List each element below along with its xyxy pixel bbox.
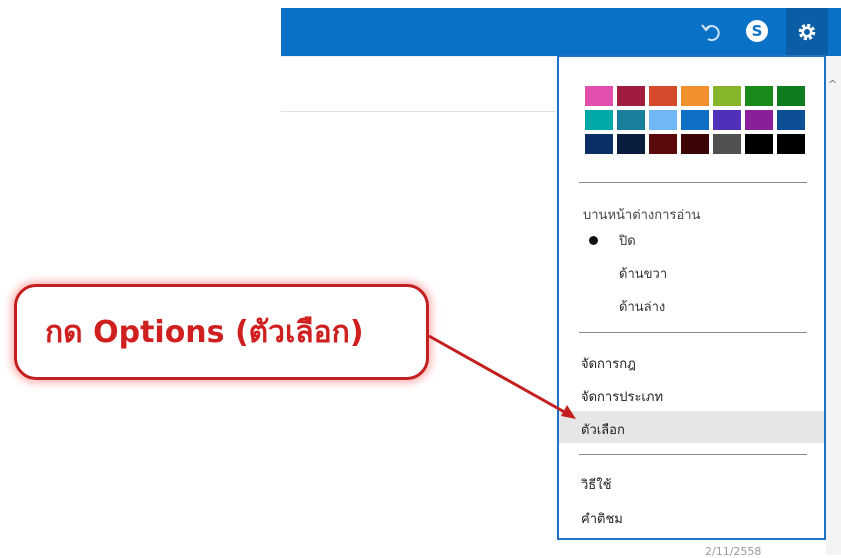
divider bbox=[281, 56, 556, 57]
theme-swatch[interactable] bbox=[649, 86, 677, 106]
menu-item-label: วิธีใช้ bbox=[581, 478, 612, 493]
theme-swatch[interactable] bbox=[649, 134, 677, 154]
divider bbox=[579, 182, 807, 183]
theme-swatch[interactable] bbox=[585, 110, 613, 130]
menu-item-options[interactable]: ตัวเลือก bbox=[559, 411, 824, 443]
menu-item-feedback[interactable]: คำติชม bbox=[559, 500, 824, 532]
menu-item-manage-categories[interactable]: จัดการประเภท bbox=[559, 378, 824, 410]
theme-swatch[interactable] bbox=[681, 134, 709, 154]
theme-swatch[interactable] bbox=[777, 86, 805, 106]
theme-swatch[interactable] bbox=[745, 134, 773, 154]
theme-swatch[interactable] bbox=[585, 134, 613, 154]
skype-icon[interactable]: S bbox=[746, 20, 768, 42]
callout-text: กด Options (ตัวเลือก) bbox=[45, 315, 364, 350]
reading-option-off[interactable]: ปิด bbox=[619, 230, 636, 251]
theme-swatch[interactable] bbox=[777, 110, 805, 130]
theme-swatch[interactable] bbox=[617, 134, 645, 154]
menu-item-manage-rules[interactable]: จัดการกฎ bbox=[559, 345, 824, 377]
divider bbox=[281, 111, 556, 112]
scroll-up-icon[interactable]: ^ bbox=[828, 78, 837, 91]
settings-button[interactable] bbox=[786, 8, 828, 56]
menu-item-label: จัดการกฎ bbox=[581, 357, 636, 372]
theme-swatch[interactable] bbox=[617, 110, 645, 130]
theme-swatch[interactable] bbox=[713, 134, 741, 154]
partial-date-text: 2/11/2558 bbox=[705, 545, 762, 558]
undo-icon[interactable] bbox=[700, 21, 722, 43]
menu-item-label: คำติชม bbox=[581, 512, 623, 527]
gear-icon bbox=[798, 23, 816, 41]
settings-menu: บานหน้าต่างการอ่าน ปิด ด้านขวา ด้านล่าง … bbox=[557, 55, 826, 540]
divider bbox=[579, 454, 807, 455]
annotation-callout: กด Options (ตัวเลือก) bbox=[14, 284, 429, 380]
menu-item-help[interactable]: วิธีใช้ bbox=[559, 466, 824, 498]
theme-swatch[interactable] bbox=[617, 86, 645, 106]
theme-swatch[interactable] bbox=[713, 110, 741, 130]
theme-swatch[interactable] bbox=[713, 86, 741, 106]
menu-item-label: จัดการประเภท bbox=[581, 390, 664, 405]
reading-option-bottom[interactable]: ด้านล่าง bbox=[619, 296, 665, 317]
theme-swatches bbox=[585, 86, 805, 154]
theme-swatch[interactable] bbox=[745, 110, 773, 130]
radio-selected-icon bbox=[589, 236, 598, 245]
theme-swatch[interactable] bbox=[777, 134, 805, 154]
theme-swatch[interactable] bbox=[745, 86, 773, 106]
divider bbox=[579, 332, 807, 333]
reading-pane-heading: บานหน้าต่างการอ่าน bbox=[583, 208, 701, 223]
theme-swatch[interactable] bbox=[681, 86, 709, 106]
theme-swatch[interactable] bbox=[585, 86, 613, 106]
theme-swatch[interactable] bbox=[649, 110, 677, 130]
theme-swatch[interactable] bbox=[681, 110, 709, 130]
menu-item-label: ตัวเลือก bbox=[581, 423, 625, 438]
scrollbar[interactable] bbox=[826, 56, 841, 555]
reading-option-right[interactable]: ด้านขวา bbox=[619, 263, 667, 284]
